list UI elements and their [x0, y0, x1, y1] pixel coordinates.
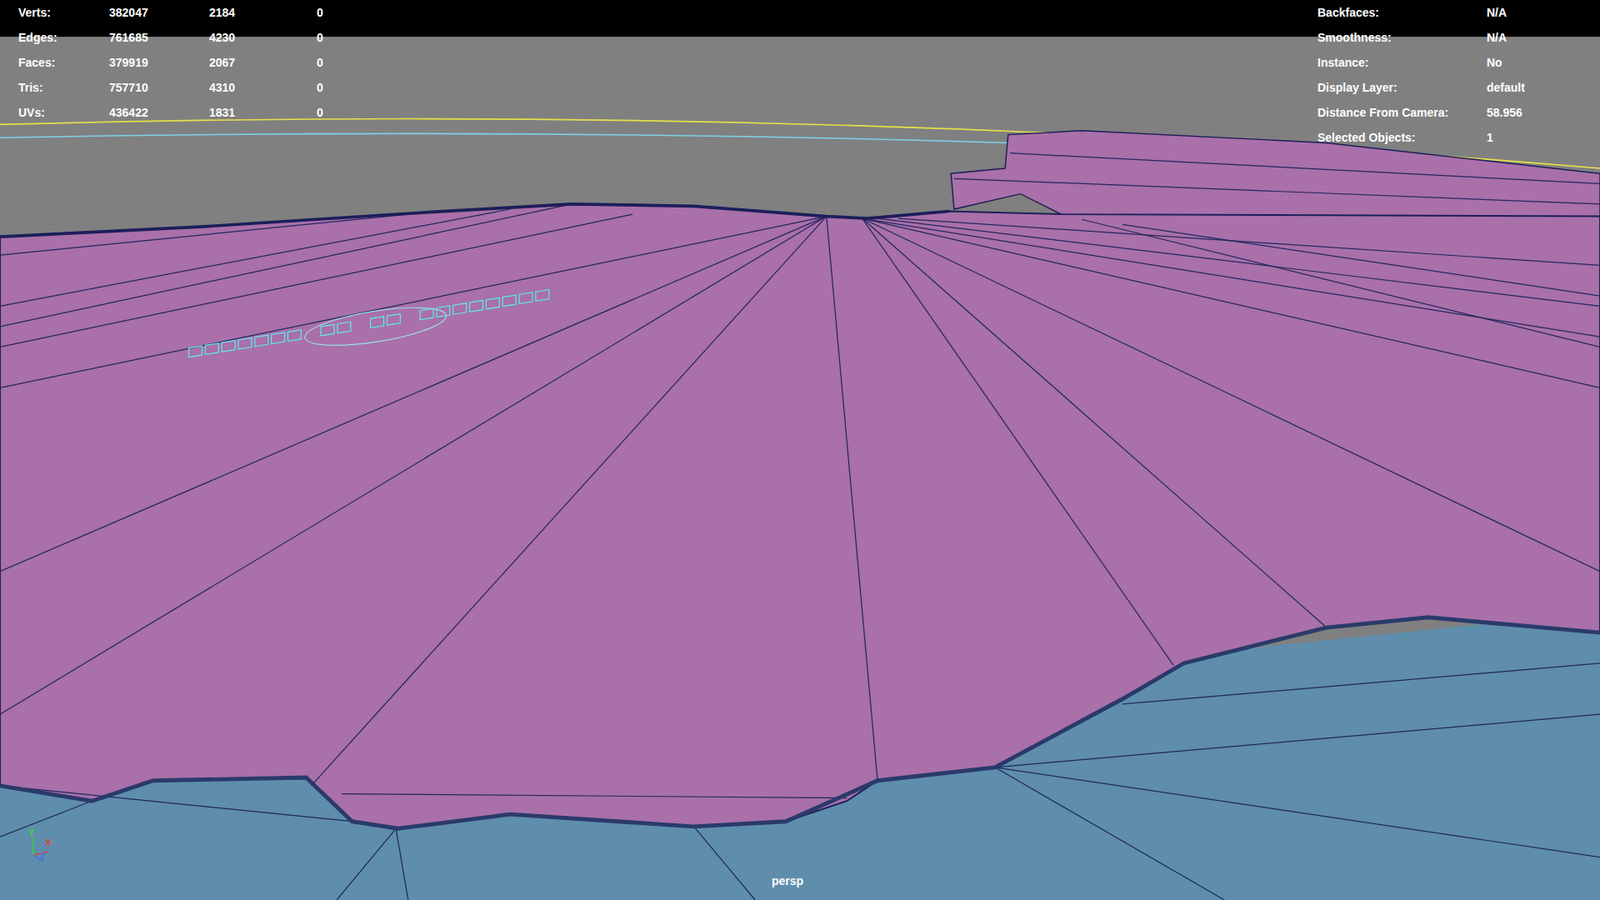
- hud-stat-row: Faces:37991920670: [18, 50, 350, 75]
- info-label: Distance From Camera:: [1317, 104, 1487, 122]
- axis-label: X: [45, 838, 51, 848]
- stat-value: 436422: [109, 104, 210, 122]
- stat-value: 0: [316, 54, 350, 72]
- info-label: Selected Objects:: [1317, 129, 1487, 147]
- stat-label: Verts:: [18, 4, 110, 22]
- camera-name: persp: [771, 872, 804, 890]
- stat-value: 0: [316, 29, 350, 47]
- hud-info-row: Instance:No: [1317, 50, 1525, 75]
- stat-value: 1831: [209, 104, 317, 122]
- stat-label: Faces:: [18, 54, 110, 72]
- info-label: Display Layer:: [1317, 79, 1487, 97]
- hud-info-row: Display Layer:default: [1317, 75, 1525, 100]
- stat-value: 2184: [209, 4, 317, 22]
- info-value: N/A: [1486, 4, 1507, 22]
- stat-value: 4310: [209, 79, 317, 97]
- info-label: Smoothness:: [1317, 29, 1487, 47]
- viewport[interactable]: Verts:38204721840Edges:76168542300Faces:…: [0, 0, 1600, 900]
- stat-value: 0: [316, 79, 350, 97]
- info-value: 1: [1486, 129, 1494, 147]
- stat-value: 757710: [109, 79, 210, 97]
- info-value: No: [1486, 54, 1503, 72]
- hud-info-row: Distance From Camera:58.956: [1317, 100, 1525, 125]
- axis-gizmo-icon: YXZ: [23, 833, 57, 867]
- stat-value: 379919: [109, 54, 210, 72]
- axis-label: Y: [28, 828, 35, 838]
- hud-stat-row: Edges:76168542300: [18, 25, 350, 50]
- stat-value: 761685: [109, 29, 210, 47]
- info-value: 58.956: [1486, 104, 1523, 122]
- stat-label: Tris:: [18, 79, 110, 97]
- info-label: Backfaces:: [1317, 4, 1487, 22]
- stat-value: 382047: [109, 4, 210, 22]
- hud-info-row: Backfaces:N/A: [1317, 0, 1525, 25]
- hud-stat-row: Tris:75771043100: [18, 75, 350, 100]
- hud-info-row: Smoothness:N/A: [1317, 25, 1525, 50]
- hud-stat-row: Verts:38204721840: [18, 0, 350, 25]
- stat-value: 0: [316, 4, 350, 22]
- stat-value: 2067: [209, 54, 317, 72]
- info-value: default: [1486, 79, 1525, 97]
- stat-label: UVs:: [18, 104, 110, 122]
- hud-stat-row: UVs:43642218310: [18, 100, 350, 125]
- hud-info-row: Selected Objects:1: [1317, 125, 1525, 150]
- hud-object-info: Backfaces:N/ASmoothness:N/AInstance:NoDi…: [1317, 0, 1525, 150]
- stat-value: 4230: [209, 29, 317, 47]
- axis-label: Z: [40, 851, 46, 861]
- camera-label: persp: [750, 872, 825, 890]
- info-value: N/A: [1486, 29, 1507, 47]
- hud-stats: Verts:38204721840Edges:76168542300Faces:…: [18, 0, 350, 125]
- stat-label: Edges:: [18, 29, 110, 47]
- info-label: Instance:: [1317, 54, 1487, 72]
- stat-value: 0: [316, 104, 350, 122]
